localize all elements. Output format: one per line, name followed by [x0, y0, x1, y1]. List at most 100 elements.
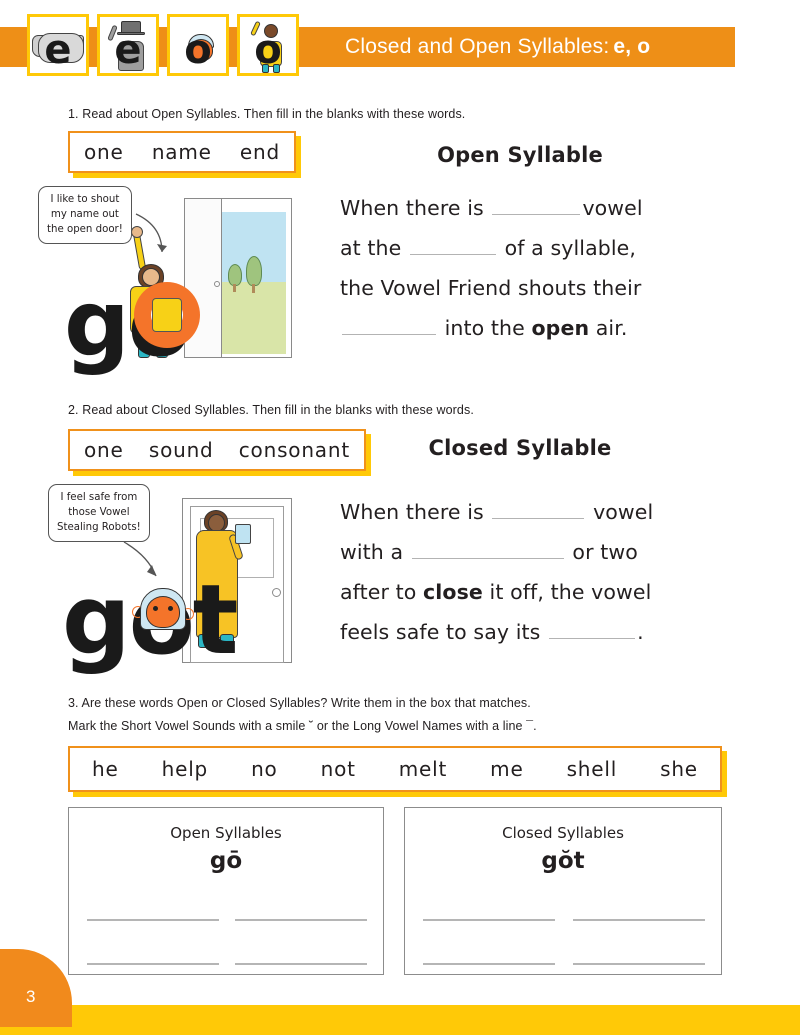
text-fragment: .: [637, 620, 644, 644]
word-bank-item: one: [84, 438, 124, 462]
word-bank-item: consonant: [238, 438, 350, 462]
text-fragment: vowel: [593, 500, 654, 524]
section1-instruction: 1. Read about Open Syllables. Then fill …: [68, 107, 466, 121]
card-elephant-e: e: [27, 14, 89, 76]
blank-line-3[interactable]: [549, 617, 636, 639]
open-syllable-illustration: I like to shout my name out the open doo…: [32, 186, 292, 377]
bubble-line: my name out: [50, 208, 119, 220]
text-fragment: When there is: [340, 500, 484, 524]
blank-line-1[interactable]: [492, 193, 581, 215]
blank-line-2[interactable]: [409, 233, 496, 255]
text-fragment: When there is: [340, 196, 484, 220]
answer-blank-line[interactable]: [573, 919, 705, 921]
blank-line-1[interactable]: [492, 497, 585, 519]
text-fragment: of a syllable,: [504, 236, 636, 260]
word-bank-item: end: [239, 140, 280, 164]
answer-blank-line[interactable]: [235, 963, 367, 965]
speech-bubble-closed: I feel safe from those Vowel Stealing Ro…: [48, 484, 150, 543]
word-bank-item: melt: [398, 757, 448, 781]
answer-blank-line[interactable]: [423, 919, 555, 921]
answer-blank-line[interactable]: [87, 919, 219, 921]
page-title: Closed and Open Syllables: e, o: [345, 27, 725, 67]
page-title-main: Closed and Open Syllables:: [345, 35, 610, 58]
section3-instruction-line1: 3. Are these words Open or Closed Syllab…: [68, 696, 531, 710]
section1-word-bank: one name end: [68, 131, 296, 173]
smile-mark-icon: ˘: [309, 719, 314, 733]
card-letter: e: [114, 27, 142, 73]
footer-bar: [0, 1005, 800, 1035]
tree-trunk-icon: [252, 284, 255, 293]
section2-instruction: 2. Read about Closed Syllables. Then fil…: [68, 403, 474, 417]
card-letter: e: [44, 27, 72, 73]
card-letter: o: [254, 27, 282, 73]
word-bank-item: no: [251, 757, 278, 781]
word-bank-item: he: [92, 757, 119, 781]
card-woman-o: o: [237, 14, 299, 76]
girl-torso-through-o: [152, 298, 182, 332]
section2-word-bank: one sound consonant: [68, 429, 366, 471]
word-bank-item: me: [490, 757, 524, 781]
header-character-cards: e e o o: [27, 14, 299, 76]
closed-syllable-illustration: I feel safe from those Vowel Stealing Ro…: [32, 484, 292, 676]
grass-background: [214, 282, 286, 354]
word-bank-item: sound: [148, 438, 214, 462]
instruction-fragment: .: [533, 719, 537, 733]
answer-box-closed-syllables[interactable]: Closed Syllables gŏt: [404, 807, 722, 975]
bubble-line: those Vowel: [68, 506, 130, 518]
word-bank-item: shell: [566, 757, 618, 781]
open-syllable-text: When there is vowel at the of a syllable…: [340, 188, 710, 348]
bubble-line: I feel safe from: [60, 492, 138, 503]
instruction-fragment: Mark the Short Vowel Sounds with a smile: [68, 719, 306, 733]
answer-box-example: gō: [209, 848, 243, 874]
answer-blank-line[interactable]: [235, 919, 367, 921]
speech-bubble-tail-icon: [135, 213, 167, 253]
tree-icon: [228, 264, 242, 286]
octopus-eye-left: [153, 606, 158, 611]
text-fragment: or two: [572, 540, 638, 564]
instruction-fragment: or the Long Vowel Names with a line: [316, 719, 523, 733]
card-man-e: e: [97, 14, 159, 76]
blank-line-2[interactable]: [411, 537, 564, 559]
blank-line-3[interactable]: [342, 313, 436, 335]
answer-box-example: gŏt: [541, 848, 585, 874]
answer-blank-line[interactable]: [573, 963, 705, 965]
page-number-badge: [0, 949, 72, 1027]
word-bank-item: not: [320, 757, 356, 781]
answer-box-open-syllables[interactable]: Open Syllables gō: [68, 807, 384, 975]
door-knob-icon: [272, 588, 281, 597]
text-fragment: feels safe to say its: [340, 620, 541, 644]
text-fragment: at the: [340, 236, 402, 260]
text-fragment: the Vowel Friend shouts their: [340, 276, 642, 300]
page-title-letters: e, o: [613, 35, 651, 58]
text-fragment: air.: [595, 316, 628, 340]
bubble-line: the open door!: [47, 223, 123, 235]
worksheet-page: Closed and Open Syllables: e, o e e o o …: [0, 0, 800, 1035]
octopus-eye-right: [168, 606, 173, 611]
text-fragment: into the: [444, 316, 525, 340]
card-letter: o: [184, 27, 212, 73]
tree-trunk-icon: [233, 284, 236, 292]
closed-syllable-heading: Closed Syllable: [428, 436, 612, 460]
word-bank-item: one: [84, 140, 124, 164]
text-emphasis: close: [423, 580, 483, 604]
speech-bubble-open: I like to shout my name out the open doo…: [38, 186, 132, 245]
word-bank-item: help: [161, 757, 209, 781]
answer-box-title: Closed Syllables: [502, 824, 624, 842]
section3-word-bank: he help no not melt me shell she: [68, 746, 722, 792]
answer-blank-line[interactable]: [423, 963, 555, 965]
door-knob-icon: [214, 281, 220, 287]
card-octopus-o: o: [167, 14, 229, 76]
text-emphasis: open: [531, 316, 590, 340]
text-fragment: with a: [340, 540, 404, 564]
section3-instruction-line2: Mark the Short Vowel Sounds with a smile…: [68, 717, 537, 736]
word-bank-item: name: [151, 140, 212, 164]
word-bank-item: she: [660, 757, 698, 781]
text-fragment: vowel: [582, 196, 643, 220]
closed-syllable-text: When there is vowel with a or two after …: [340, 492, 712, 652]
text-fragment: after to: [340, 580, 417, 604]
answer-blank-line[interactable]: [87, 963, 219, 965]
woman-book-icon: [235, 524, 251, 544]
text-fragment: it off, the vowel: [489, 580, 652, 604]
bubble-line: I like to shout: [50, 194, 120, 205]
answer-box-title: Open Syllables: [170, 824, 282, 842]
